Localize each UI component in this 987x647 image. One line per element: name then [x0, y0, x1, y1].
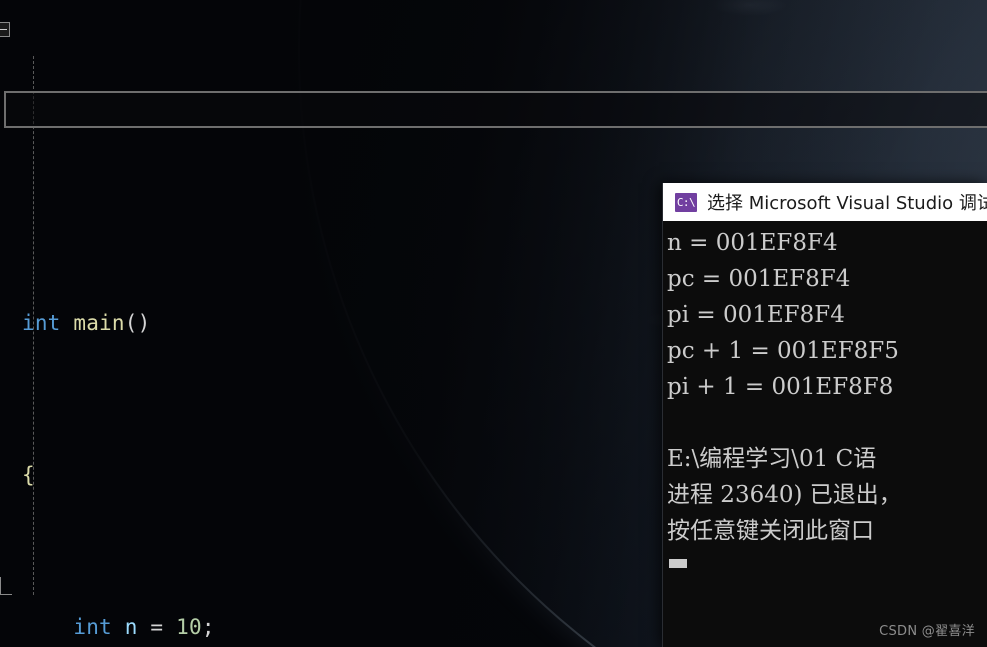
parens: ()	[124, 311, 151, 335]
console-output[interactable]: n = 001EF8F4 pc = 001EF8F4 pi = 001EF8F4…	[663, 221, 987, 647]
assign-op: =	[137, 615, 177, 639]
variable-n: n	[124, 615, 138, 639]
function-main: main	[73, 311, 125, 335]
minus-fold-icon[interactable]	[0, 22, 10, 37]
console-window[interactable]: C:\ 选择 Microsoft Visual Studio 调试 n = 00…	[662, 183, 987, 647]
keyword-int: int	[73, 615, 112, 639]
console-line: pi + 1 = 001EF8F8	[667, 374, 894, 400]
console-line: pc = 001EF8F4	[667, 266, 851, 292]
fold-region-corner	[0, 577, 12, 595]
console-line: n = 001EF8F4	[667, 230, 838, 256]
console-line: pi = 001EF8F4	[667, 302, 845, 328]
console-line: 按任意键关闭此窗口	[667, 518, 874, 544]
console-window-title: 选择 Microsoft Visual Studio 调试	[707, 193, 987, 214]
screenshot-root: int main() { int n = 10; char* pc = (cha…	[0, 0, 987, 647]
cmd-console-icon: C:\	[675, 192, 697, 212]
block-cursor	[669, 559, 687, 568]
console-titlebar[interactable]: C:\ 选择 Microsoft Visual Studio 调试	[663, 183, 987, 221]
current-line-highlight	[4, 91, 987, 128]
keyword-int: int	[22, 311, 61, 335]
console-line: E:\编程学习\01 C语	[667, 446, 877, 472]
semicolon: ;	[201, 615, 215, 639]
open-brace: {	[22, 463, 35, 487]
csdn-watermark: CSDN @翟喜洋	[879, 624, 975, 639]
console-line: 进程 23640) 已退出，	[667, 482, 902, 508]
number-10: 10	[176, 615, 202, 639]
console-line: pc + 1 = 001EF8F5	[667, 338, 899, 364]
